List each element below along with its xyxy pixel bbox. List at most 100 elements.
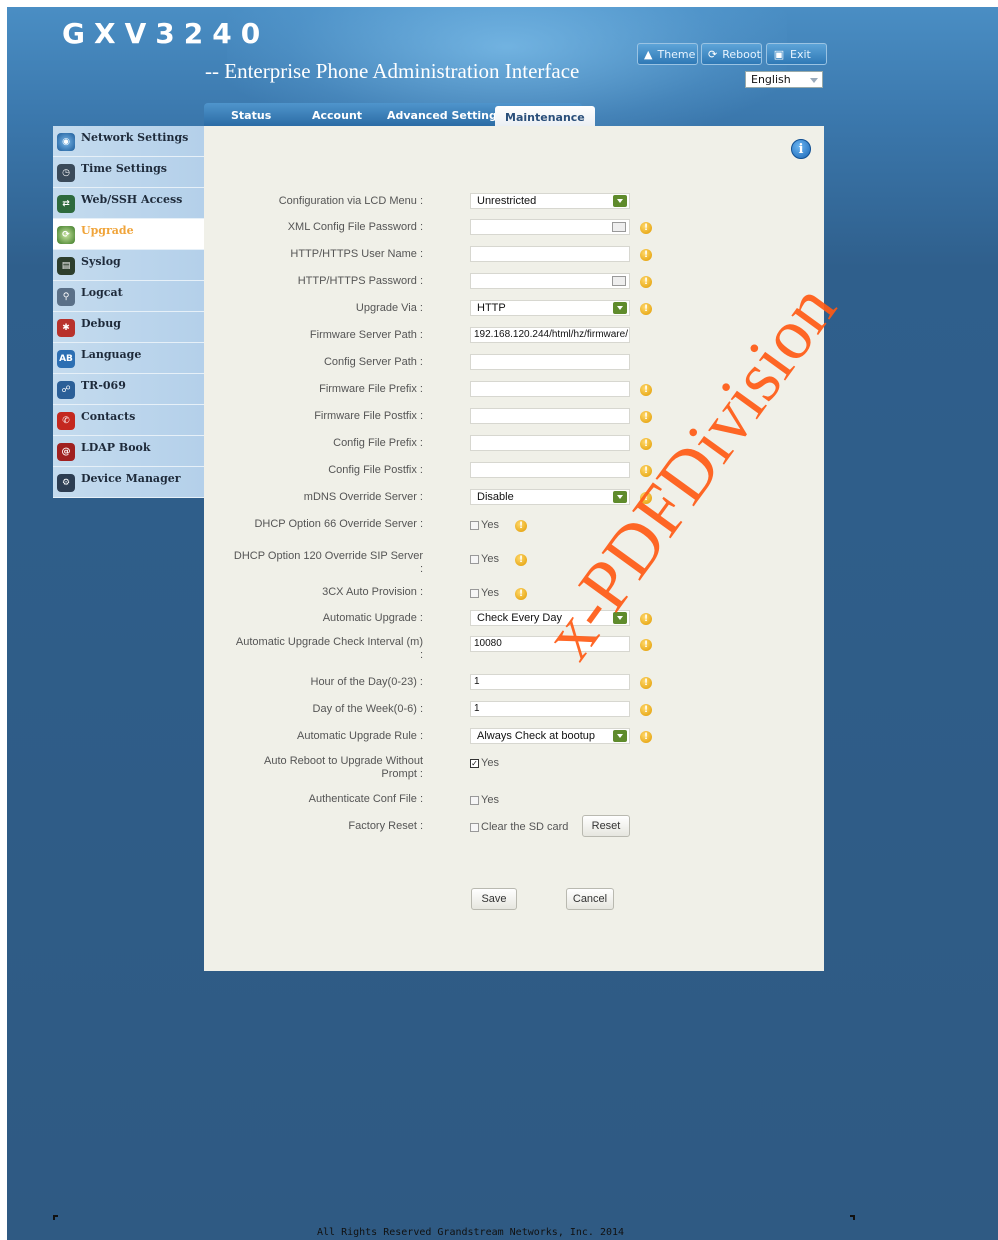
- row-upgrade-via: Upgrade Via : HTTP !: [204, 300, 824, 320]
- field-label: DHCP Option 66 Override Server :: [254, 518, 423, 530]
- upgrade-via-select[interactable]: HTTP: [470, 300, 630, 316]
- sidebar-item-device-manager[interactable]: ⚙ Device Manager: [53, 467, 204, 498]
- sidebar-item-upgrade[interactable]: ⟳ Upgrade: [53, 219, 204, 250]
- dhcp120-checkbox[interactable]: Yes: [470, 553, 499, 565]
- reboot-button[interactable]: ⟳ Reboot: [701, 43, 762, 65]
- warning-icon[interactable]: !: [640, 222, 652, 234]
- xml-password-field[interactable]: [470, 219, 630, 235]
- tab-account[interactable]: Account: [312, 109, 362, 122]
- warning-icon[interactable]: !: [640, 492, 652, 504]
- checkbox-label: Yes: [481, 553, 499, 565]
- sidebar-item-contacts[interactable]: ✆ Contacts: [53, 405, 204, 436]
- config-postfix-field[interactable]: [470, 462, 630, 478]
- clear-sd-card-checkbox[interactable]: Clear the SD card: [470, 821, 568, 833]
- row-lcd-menu: Configuration via LCD Menu : Unrestricte…: [204, 193, 824, 213]
- row-factory-reset: Factory Reset : Clear the SD card Reset: [204, 815, 824, 842]
- theme-button[interactable]: ▲ Theme: [637, 43, 698, 65]
- warning-icon[interactable]: !: [640, 276, 652, 288]
- warning-icon[interactable]: !: [640, 731, 652, 743]
- tab-maintenance[interactable]: Maintenance: [495, 106, 595, 127]
- warning-icon[interactable]: !: [640, 465, 652, 477]
- day-of-week-field[interactable]: 1: [470, 701, 630, 717]
- save-button[interactable]: Save: [471, 888, 517, 910]
- upgrade-rule-select[interactable]: Always Check at bootup: [470, 728, 630, 744]
- checkbox-box[interactable]: [470, 554, 479, 564]
- field-label: HTTP/HTTPS User Name :: [290, 248, 423, 260]
- field-label: XML Config File Password :: [287, 221, 423, 233]
- sidebar-item-tr-069[interactable]: ☍ TR-069: [53, 374, 204, 405]
- warning-icon[interactable]: !: [640, 639, 652, 651]
- warning-icon[interactable]: !: [515, 588, 527, 600]
- firmware-prefix-field[interactable]: [470, 381, 630, 397]
- warning-icon[interactable]: !: [640, 249, 652, 261]
- exit-button[interactable]: ▣ Exit: [766, 43, 827, 65]
- auto-upgrade-select[interactable]: Check Every Day: [470, 610, 630, 626]
- config-prefix-field[interactable]: [470, 435, 630, 451]
- hour-of-day-field[interactable]: 1: [470, 674, 630, 690]
- corner-mark: [53, 1215, 58, 1220]
- device-manager-icon: ⚙: [57, 474, 75, 492]
- row-check-interval: Automatic Upgrade Check Interval (m) : 1…: [204, 636, 824, 666]
- row-hour-of-day: Hour of the Day(0-23) : 1 !: [204, 674, 824, 694]
- row-cfg-prefix: Config File Prefix : !: [204, 435, 824, 455]
- keyboard-icon[interactable]: [612, 222, 626, 232]
- firmware-postfix-field[interactable]: [470, 408, 630, 424]
- check-interval-field[interactable]: 10080: [470, 636, 630, 652]
- warning-icon[interactable]: !: [640, 438, 652, 450]
- lcd-menu-select[interactable]: Unrestricted: [470, 193, 630, 209]
- row-auth-conf: Authenticate Conf File : Yes: [204, 791, 824, 811]
- warning-icon[interactable]: !: [515, 520, 527, 532]
- checkbox-box[interactable]: [470, 795, 479, 805]
- sidebar-item-label: Web/SSH Access: [81, 193, 183, 206]
- sidebar-item-label: Time Settings: [81, 162, 167, 175]
- mdns-override-select[interactable]: Disable: [470, 489, 630, 505]
- 3cx-auto-provision-checkbox[interactable]: Yes: [470, 587, 499, 599]
- contacts-icon: ✆: [57, 412, 75, 430]
- http-user-field[interactable]: [470, 246, 630, 262]
- tab-advanced-settings[interactable]: Advanced Settings: [387, 109, 503, 122]
- config-server-path-field[interactable]: [470, 354, 630, 370]
- language-select[interactable]: English: [745, 71, 823, 88]
- warning-icon[interactable]: !: [515, 554, 527, 566]
- firmware-server-path-field[interactable]: 192.168.120.244/html/hz/firmware/: [470, 327, 630, 343]
- warning-icon[interactable]: !: [640, 411, 652, 423]
- network-settings-icon: ◉: [57, 133, 75, 151]
- row-day-of-week: Day of the Week(0-6) : 1 !: [204, 701, 824, 721]
- checkbox-box[interactable]: [470, 520, 479, 530]
- sidebar-item-label: Upgrade: [81, 224, 134, 237]
- field-label: Hour of the Day(0-23) :: [310, 676, 424, 688]
- checkbox-label: Yes: [481, 587, 499, 599]
- sidebar-item-label: Device Manager: [81, 472, 181, 485]
- warning-icon[interactable]: !: [640, 677, 652, 689]
- sidebar-item-debug[interactable]: ✱ Debug: [53, 312, 204, 343]
- warning-icon[interactable]: !: [640, 303, 652, 315]
- sidebar-item-ldap-book[interactable]: @ LDAP Book: [53, 436, 204, 467]
- warning-icon[interactable]: !: [640, 704, 652, 716]
- sidebar-item-syslog[interactable]: ▤ Syslog: [53, 250, 204, 281]
- sidebar-item-language[interactable]: AB Language: [53, 343, 204, 374]
- warning-icon[interactable]: !: [640, 613, 652, 625]
- checkbox-box[interactable]: [470, 588, 479, 598]
- sidebar-item-logcat[interactable]: ⚲ Logcat: [53, 281, 204, 312]
- cancel-button[interactable]: Cancel: [566, 888, 614, 910]
- chevron-down-icon: [810, 78, 818, 83]
- keyboard-icon[interactable]: [612, 276, 626, 286]
- info-icon[interactable]: i: [791, 139, 811, 159]
- sidebar-item-label: Debug: [81, 317, 121, 330]
- auth-conf-checkbox[interactable]: Yes: [470, 794, 499, 806]
- auto-reboot-checkbox[interactable]: ✓ Yes: [470, 757, 499, 769]
- sidebar-item-time-settings[interactable]: ◷ Time Settings: [53, 157, 204, 188]
- exit-icon: ▣: [773, 47, 785, 61]
- tab-status[interactable]: Status: [231, 109, 271, 122]
- http-password-field[interactable]: [470, 273, 630, 289]
- dhcp66-checkbox[interactable]: Yes: [470, 519, 499, 531]
- sidebar-item-network-settings[interactable]: ◉ Network Settings: [53, 126, 204, 157]
- sidebar-item-label: Logcat: [81, 286, 123, 299]
- logcat-icon: ⚲: [57, 288, 75, 306]
- select-value: Check Every Day: [477, 612, 562, 624]
- checkbox-box[interactable]: [470, 822, 479, 832]
- warning-icon[interactable]: !: [640, 384, 652, 396]
- sidebar-item-web-ssh-access[interactable]: ⇄ Web/SSH Access: [53, 188, 204, 219]
- checkbox-box[interactable]: ✓: [470, 758, 479, 768]
- reset-button[interactable]: Reset: [582, 815, 630, 837]
